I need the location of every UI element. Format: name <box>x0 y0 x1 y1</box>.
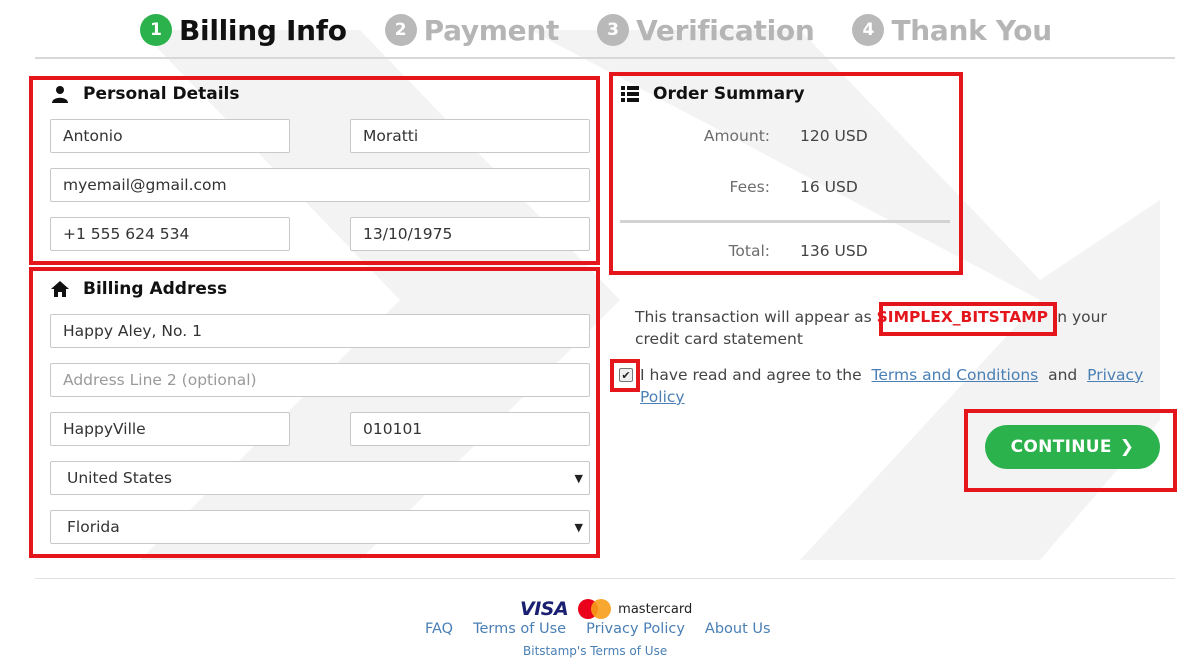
step-number: 2 <box>384 14 417 46</box>
privacy-link-line-2[interactable]: Policy <box>640 388 685 406</box>
step-label: Verification <box>636 13 815 47</box>
privacy-policy-link[interactable]: Privacy Policy <box>586 621 685 637</box>
privacy-link[interactable]: Privacy <box>1087 366 1143 384</box>
statement-prefix: This transaction will appear as <box>635 308 872 326</box>
section-title: Personal Details <box>83 84 240 104</box>
checkbox-highlight <box>610 359 640 392</box>
footer-divider <box>35 578 1175 579</box>
step-thank-you: 4 Thank You <box>852 13 1052 47</box>
personal-details-heading: Personal Details <box>50 84 240 104</box>
step-number: 4 <box>852 14 885 46</box>
step-label: Billing Info <box>179 13 347 47</box>
continue-label: CONTINUE <box>1010 437 1112 457</box>
email-field[interactable]: myemail@gmail.com <box>50 168 590 202</box>
billing-address-heading: Billing Address <box>50 279 227 299</box>
bitstamp-terms-link[interactable]: Bitstamp's Terms of Use <box>523 644 667 658</box>
steps-divider <box>35 57 1175 59</box>
list-icon <box>620 84 640 104</box>
section-title: Order Summary <box>653 84 805 104</box>
step-payment: 2 Payment <box>384 13 560 47</box>
step-billing-info: 1 Billing Info <box>140 14 347 47</box>
mastercard-logo: mastercard <box>618 601 693 617</box>
fees-label: Fees: <box>729 178 770 196</box>
order-summary-heading: Order Summary <box>620 84 805 104</box>
amount-value: 120 USD <box>800 127 868 145</box>
total-value: 136 USD <box>800 242 868 260</box>
statement-suffix-line-2: credit card statement <box>635 330 803 348</box>
payment-card-logos: VISA mastercard <box>520 598 692 620</box>
step-verification: 3 Verification <box>597 13 815 47</box>
checkout-steps: 1 Billing Info 2 Payment 3 Verification … <box>140 8 1090 52</box>
agree-text: I have read and agree to the Terms and C… <box>640 364 1160 408</box>
terms-link[interactable]: Terms and Conditions <box>872 366 1039 384</box>
section-title: Billing Address <box>83 279 228 299</box>
step-label: Payment <box>423 13 560 47</box>
phone-field[interactable]: +1 555 624 534 <box>50 217 290 251</box>
country-select[interactable]: United States ▼ <box>50 461 590 495</box>
about-us-link[interactable]: About Us <box>705 621 771 637</box>
zip-code-field[interactable]: 010101 <box>350 412 590 446</box>
total-label: Total: <box>728 242 770 260</box>
descriptor-highlight <box>879 302 1057 336</box>
address-line-1-field[interactable]: Happy Aley, No. 1 <box>50 314 590 348</box>
visa-logo: VISA <box>520 598 569 620</box>
user-icon <box>50 84 70 104</box>
caret-down-icon: ▼ <box>574 521 583 534</box>
step-number: 1 <box>140 14 172 46</box>
last-name-field[interactable]: Moratti <box>350 119 590 153</box>
mastercard-icon <box>578 599 612 619</box>
first-name-field[interactable]: Antonio <box>50 119 290 153</box>
agree-prefix: I have read and agree to the <box>640 366 862 384</box>
step-label: Thank You <box>891 13 1052 47</box>
step-number: 3 <box>597 14 630 46</box>
date-of-birth-field[interactable]: 13/10/1975 <box>350 217 590 251</box>
terms-of-use-link[interactable]: Terms of Use <box>473 621 566 637</box>
continue-button[interactable]: CONTINUE ❯ <box>985 425 1160 469</box>
caret-down-icon: ▼ <box>574 472 583 485</box>
amount-label: Amount: <box>703 127 770 145</box>
statement-suffix: in your <box>1052 308 1107 326</box>
fees-value: 16 USD <box>800 178 858 196</box>
state-select[interactable]: Florida ▼ <box>50 510 590 544</box>
faq-link[interactable]: FAQ <box>425 621 453 637</box>
state-value: Florida <box>67 518 120 536</box>
agree-and: and <box>1048 366 1078 384</box>
country-value: United States <box>67 469 172 487</box>
home-icon <box>50 279 70 299</box>
summary-divider <box>620 220 950 223</box>
address-line-2-field[interactable]: Address Line 2 (optional) <box>50 363 590 397</box>
city-field[interactable]: HappyVille <box>50 412 290 446</box>
chevron-right-icon: ❯ <box>1119 437 1135 457</box>
footer-links: FAQ Terms of Use Privacy Policy About Us <box>425 621 791 637</box>
